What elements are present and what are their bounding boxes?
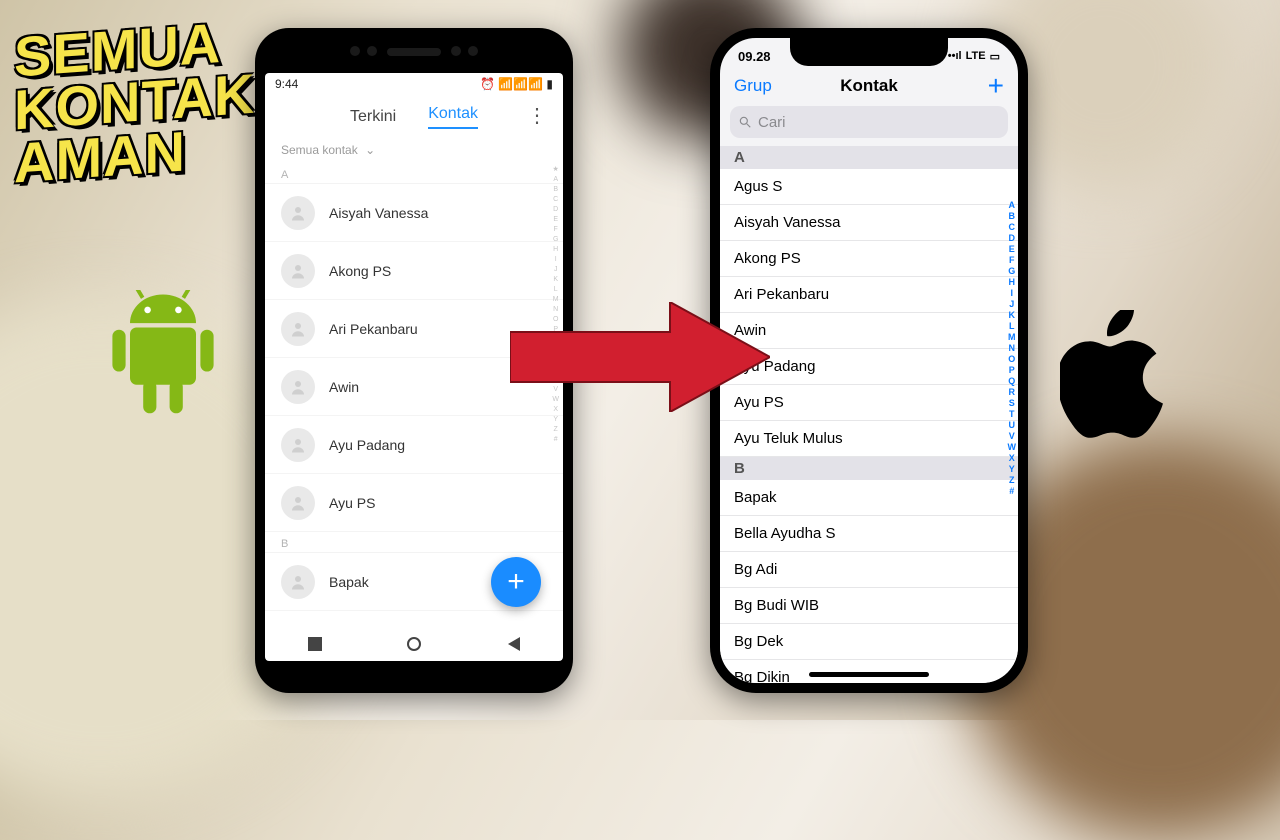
contact-name: Ayu Teluk Mulus: [734, 430, 843, 447]
contact-name: Akong PS: [734, 250, 801, 267]
contact-name: Ari Pekanbaru: [329, 321, 418, 337]
contact-name: Bg Dikin: [734, 669, 790, 686]
avatar-icon: [281, 428, 315, 462]
android-nav-bar: [265, 627, 563, 661]
android-status-bar: 9:44 ⏰ 📶📶📶 ▮: [265, 73, 563, 95]
search-placeholder: Cari: [758, 114, 786, 131]
contact-row[interactable]: Aisyah Vanessa: [265, 184, 563, 242]
title-line-3: AMAN: [14, 120, 255, 190]
contact-row[interactable]: Bella Ayudha S: [720, 516, 1018, 552]
add-contact-fab[interactable]: +: [491, 557, 541, 607]
avatar-icon: [281, 486, 315, 520]
contact-name: Bella Ayudha S: [734, 525, 835, 542]
nav-home-icon[interactable]: [407, 637, 421, 651]
status-icons: ⏰ 📶📶📶 ▮: [480, 77, 553, 91]
contact-name: Bapak: [329, 574, 369, 590]
avatar-icon: [281, 565, 315, 599]
thumbnail-title: SEMUA KONTAK AMAN: [14, 14, 255, 190]
contact-row[interactable]: Bapak: [720, 480, 1018, 516]
contact-name: Bg Budi WIB: [734, 597, 819, 614]
home-indicator[interactable]: [809, 672, 929, 677]
contact-name: Awin: [329, 379, 359, 395]
contact-row[interactable]: Bg Dek: [720, 624, 1018, 660]
avatar-icon: [281, 370, 315, 404]
contact-name: Ayu PS: [329, 495, 375, 511]
android-icon: [108, 290, 218, 420]
contact-row[interactable]: Ayu PS: [265, 474, 563, 532]
section-header-b: B: [265, 532, 563, 553]
status-icons: ••ıl LTE ▭: [948, 50, 1000, 63]
contact-name: Bg Adi: [734, 561, 777, 578]
contact-row[interactable]: Aisyah Vanessa: [720, 205, 1018, 241]
contact-row[interactable]: Bg Adi: [720, 552, 1018, 588]
contact-row[interactable]: Agus S: [720, 169, 1018, 205]
search-input[interactable]: Cari: [730, 106, 1008, 138]
ios-alpha-index[interactable]: ABCDEFGHIJKLMNOPQRSTUVWXYZ#: [1008, 200, 1017, 496]
chevron-down-icon: ⌄: [365, 143, 375, 157]
nav-back-icon[interactable]: [506, 637, 520, 651]
nav-recents-icon[interactable]: [308, 637, 322, 651]
contact-row[interactable]: Akong PS: [720, 241, 1018, 277]
avatar-icon: [281, 196, 315, 230]
signal-icon: ••ıl: [948, 50, 962, 62]
contact-row[interactable]: Akong PS: [265, 242, 563, 300]
contact-filter[interactable]: Semua kontak ⌄: [265, 137, 563, 163]
battery-icon: ▭: [990, 50, 1000, 63]
contact-name: Agus S: [734, 178, 782, 195]
overflow-menu-icon[interactable]: ⋮: [527, 103, 547, 128]
contact-name: Akong PS: [329, 263, 391, 279]
contact-name: Aisyah Vanessa: [734, 214, 840, 231]
add-contact-button[interactable]: +: [988, 76, 1004, 96]
status-time: 09.28: [738, 49, 771, 64]
groups-button[interactable]: Grup: [734, 76, 772, 96]
carrier-label: LTE: [966, 50, 986, 62]
tab-recent[interactable]: Terkini: [350, 108, 396, 126]
contact-name: Ayu Padang: [329, 437, 405, 453]
iphone-notch: [790, 36, 948, 66]
search-icon: [738, 115, 752, 129]
android-tabs: Terkini Kontak ⋮: [265, 95, 563, 137]
contact-name: Bg Dek: [734, 633, 783, 650]
tab-contacts[interactable]: Kontak: [428, 105, 478, 129]
avatar-icon: [281, 312, 315, 346]
contact-row[interactable]: Bg Budi WIB: [720, 588, 1018, 624]
contact-name: Ari Pekanbaru: [734, 286, 829, 303]
avatar-icon: [281, 254, 315, 288]
contact-name: Aisyah Vanessa: [329, 205, 428, 221]
contact-name: Bapak: [734, 489, 777, 506]
contact-row[interactable]: Ayu Padang: [265, 416, 563, 474]
apple-icon: [1060, 310, 1170, 440]
transfer-arrow-icon: [510, 302, 770, 412]
contact-row[interactable]: Ayu Teluk Mulus: [720, 421, 1018, 457]
section-header-b: B: [720, 457, 1018, 480]
ios-contact-list[interactable]: A Agus S Aisyah Vanessa Akong PS Ari Pek…: [720, 146, 1018, 693]
ios-header: Grup Kontak +: [720, 68, 1018, 102]
filter-label: Semua kontak: [281, 143, 358, 157]
status-time: 9:44: [275, 77, 298, 91]
section-header-a: A: [265, 163, 563, 184]
section-header-a: A: [720, 146, 1018, 169]
